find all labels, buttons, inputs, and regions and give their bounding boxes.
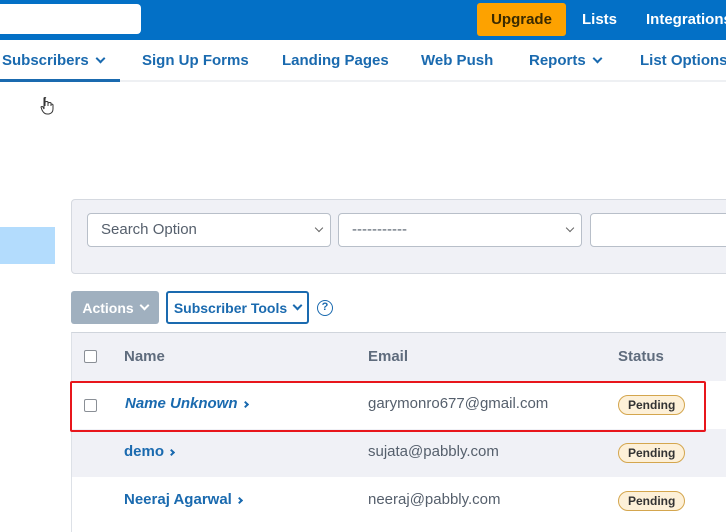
chevron-down-icon (95, 53, 106, 64)
chevron-down-icon (565, 223, 575, 233)
header-email[interactable]: Email (368, 333, 408, 381)
lists-link[interactable]: Lists (582, 0, 617, 40)
chevron-right-icon (241, 400, 249, 409)
chevron-down-icon (314, 223, 324, 233)
nav-landing-pages[interactable]: Landing Pages (282, 40, 389, 82)
operator-select[interactable]: ----------- (338, 213, 582, 247)
search-option-select[interactable]: Search Option (87, 213, 331, 247)
nav-reports[interactable]: Reports (529, 40, 603, 82)
status-badge: Pending (618, 491, 686, 511)
status-badge: Pending (618, 443, 686, 463)
filter-value-input[interactable] (590, 213, 726, 247)
subscriber-name-link[interactable]: demo (124, 429, 176, 477)
chevron-down-icon (592, 53, 603, 64)
subscriber-name: Name Unknown (125, 395, 238, 412)
active-tab-indicator (0, 79, 120, 82)
hand-cursor-icon (40, 97, 54, 115)
chevron-right-icon (167, 448, 176, 457)
header-status[interactable]: Status (618, 333, 664, 381)
top-search-input[interactable] (0, 4, 141, 34)
table-header: Name Email Status (72, 333, 726, 381)
nav-reports-label: Reports (529, 52, 586, 69)
upgrade-button[interactable]: Upgrade (477, 3, 566, 36)
status-badge: Pending (618, 395, 686, 415)
subscriber-tools-label: Subscriber Tools (173, 299, 288, 316)
nav-list-options[interactable]: List Options (640, 40, 726, 82)
sub-navigation: Subscribers Sign Up Forms Landing Pages … (0, 40, 726, 82)
header-name[interactable]: Name (124, 333, 165, 381)
chevron-down-icon (292, 300, 303, 311)
subscribers-table: Name Email Status Name Unknown garymonro… (71, 332, 726, 532)
help-icon[interactable]: ? (317, 300, 333, 316)
chevron-down-icon (139, 300, 150, 311)
chevron-right-icon (235, 496, 243, 505)
subscriber-email: neeraj@pabbly.com (368, 491, 501, 508)
search-option-value: Search Option (101, 221, 197, 238)
select-all-checkbox[interactable] (84, 350, 97, 363)
table-row[interactable]: demo sujata@pabbly.com Pending (72, 429, 726, 477)
top-bar: Upgrade Lists Integrations (0, 0, 726, 40)
subscriber-email: sujata@pabbly.com (368, 443, 499, 460)
integrations-link[interactable]: Integrations (646, 0, 726, 40)
actions-button[interactable]: Actions (71, 291, 159, 324)
nav-subscribers-label: Subscribers (2, 52, 89, 69)
nav-subscribers[interactable]: Subscribers (2, 40, 106, 82)
operator-value: ----------- (352, 221, 407, 238)
subscriber-name-link[interactable]: Neeraj Agarwal (124, 477, 243, 525)
nav-web-push[interactable]: Web Push (421, 40, 493, 82)
sidebar-selected-item[interactable] (0, 227, 55, 264)
nav-sign-up-forms[interactable]: Sign Up Forms (142, 40, 249, 82)
actions-label: Actions (82, 299, 134, 316)
row-checkbox[interactable] (84, 399, 97, 412)
subscriber-name-link[interactable]: Name Unknown (125, 381, 249, 429)
table-row[interactable]: Name Unknown garymonro677@gmail.com Pend… (72, 381, 726, 429)
subscriber-tools-button[interactable]: Subscriber Tools (166, 291, 309, 324)
subscriber-name: demo (124, 443, 165, 460)
subscriber-email: garymonro677@gmail.com (368, 395, 549, 412)
table-row[interactable]: Neeraj Agarwal neeraj@pabbly.com Pending (72, 477, 726, 525)
